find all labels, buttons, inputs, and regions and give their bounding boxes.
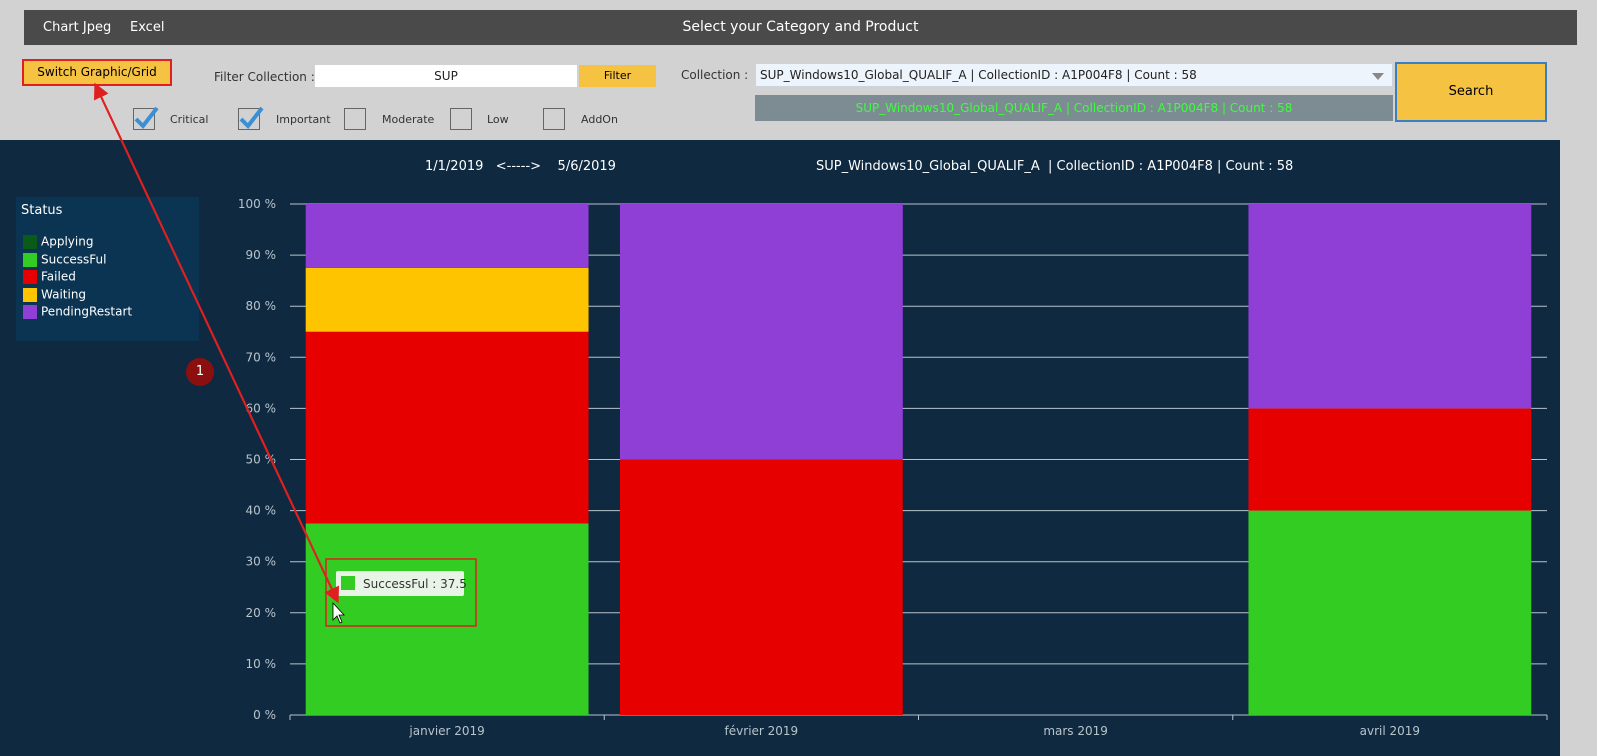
addon-checkbox[interactable]: [543, 108, 565, 130]
bar-segment: [619, 204, 903, 460]
addon-label: AddOn: [581, 113, 618, 126]
x-tick-label: janvier 2019: [408, 724, 484, 738]
y-tick-label: 90 %: [246, 248, 277, 262]
bar-segment: [1248, 204, 1532, 409]
y-tick-label: 100 %: [238, 197, 276, 211]
collection-selected-item[interactable]: SUP_Windows10_Global_QUALIF_A | Collecti…: [755, 95, 1393, 121]
collection-dropdown[interactable]: SUP_Windows10_Global_QUALIF_A | Collecti…: [755, 63, 1393, 87]
search-button[interactable]: Search: [1395, 62, 1547, 122]
page-title: Select your Category and Product: [682, 19, 919, 35]
bar-segment: [619, 459, 903, 715]
bar-segment: [305, 523, 589, 715]
switch-graphic-grid-button[interactable]: Switch Graphic/Grid: [22, 59, 172, 86]
checkmark-icon: [134, 106, 159, 130]
collection-label: Collection :: [681, 68, 749, 82]
bar-segment: [305, 204, 589, 268]
bar-segment: [1248, 510, 1532, 715]
moderate-label: Moderate: [382, 113, 435, 126]
bar-segment: [1248, 408, 1532, 511]
checkmark-icon: [239, 106, 264, 130]
x-tick-label: avril 2019: [1360, 724, 1420, 738]
chevron-down-icon[interactable]: [1372, 73, 1384, 80]
y-tick-label: 20 %: [246, 606, 277, 620]
low-checkbox[interactable]: [450, 108, 472, 130]
y-tick-label: 0 %: [253, 708, 276, 722]
filter-collection-label: Filter Collection :: [214, 70, 315, 84]
low-label: Low: [487, 113, 509, 126]
x-tick-label: février 2019: [725, 724, 799, 738]
stacked-bar-chart: 0 % 10 % 20 % 30 % 40 % 50 % 60 % 70 % 80 % 90 % 1…: [238, 197, 1548, 738]
annotation-badge: 1: [186, 358, 214, 386]
y-tick-label: 70 %: [246, 350, 277, 364]
y-tick-label: 40 %: [246, 504, 277, 518]
top-toolbar: Chart Jpeg Excel Select your Category an…: [24, 10, 1577, 45]
x-tick-label: mars 2019: [1043, 724, 1108, 738]
tooltip-text: SuccessFul : 37.5: [363, 577, 467, 591]
important-label: Important: [276, 113, 331, 126]
y-tick-label: 50 %: [246, 453, 277, 467]
moderate-checkbox[interactable]: [344, 108, 366, 130]
critical-label: Critical: [170, 113, 209, 126]
y-tick-label: 30 %: [246, 555, 277, 569]
chart-panel: 1/1/2019 <-----> 5/6/2019 SUP_Windows10_…: [0, 140, 1560, 756]
y-tick-label: 60 %: [246, 401, 277, 415]
collection-dropdown-value: SUP_Windows10_Global_QUALIF_A | Collecti…: [760, 68, 1197, 82]
filter-collection-input[interactable]: SUP: [315, 65, 577, 87]
bar-segment: [305, 267, 589, 332]
critical-checkbox[interactable]: [133, 106, 159, 130]
y-tick-label: 80 %: [246, 299, 277, 313]
filter-button[interactable]: Filter: [579, 65, 656, 87]
important-checkbox[interactable]: [238, 106, 264, 130]
y-tick-label: 10 %: [246, 657, 277, 671]
bar-segment: [305, 331, 589, 524]
tooltip-swatch: [341, 576, 355, 590]
